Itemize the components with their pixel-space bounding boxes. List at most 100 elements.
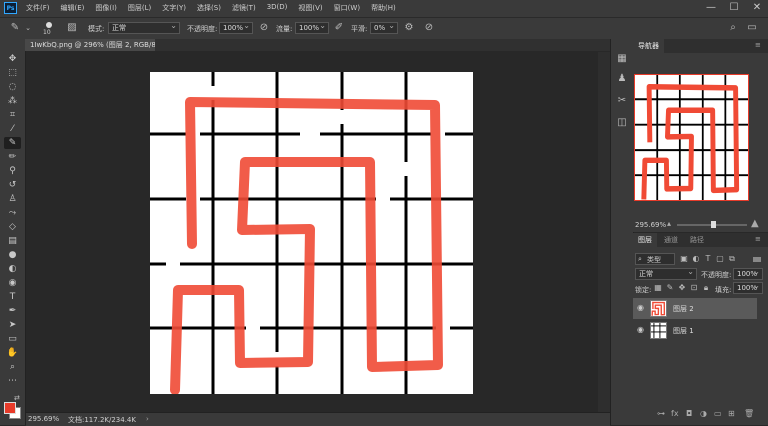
gradient-tool-icon[interactable]: ▤ — [4, 235, 21, 247]
lock-transparent-icon[interactable]: ▦ — [653, 282, 663, 294]
eye-icon[interactable]: ◉ — [637, 303, 644, 312]
flow-input[interactable]: 100% — [295, 21, 329, 34]
layer-name[interactable]: 图层 1 — [673, 326, 694, 336]
group-icon[interactable]: ▭ — [714, 409, 722, 418]
document-info[interactable]: 文档:117.2K/234.4K — [68, 415, 136, 425]
blur-tool-icon[interactable]: ● — [4, 249, 21, 261]
clone-stamp-tool-icon[interactable]: ⚲ — [4, 165, 21, 177]
tab-navigator[interactable]: 导航器 — [633, 39, 664, 53]
minimize-button[interactable]: — — [702, 1, 720, 15]
zoom-level[interactable]: 295.69% — [28, 415, 59, 423]
path-selection-tool-icon[interactable]: ➤ — [4, 319, 21, 331]
pixel-filter-icon[interactable]: ▣ — [679, 253, 689, 265]
layer-opacity-input[interactable]: 100% — [733, 267, 763, 280]
chevron-down-icon[interactable]: ⌄ — [24, 22, 32, 34]
lock-all-icon[interactable]: 🔒︎ — [701, 282, 711, 294]
tab-channels[interactable]: 通道 — [659, 233, 683, 247]
brush-settings-icon[interactable]: ▨ — [65, 22, 79, 34]
menu-file[interactable]: 文件(F) — [26, 3, 50, 13]
panel-menu-icon[interactable]: ≡ — [755, 235, 761, 243]
menu-layer[interactable]: 图层(L) — [128, 3, 151, 13]
airbrush-icon[interactable]: ✐ — [333, 22, 345, 34]
menu-filter[interactable]: 滤镜(T) — [232, 3, 256, 13]
type-filter-icon[interactable]: T — [703, 253, 713, 265]
menu-3d[interactable]: 3D(D) — [267, 3, 288, 13]
shape-filter-icon[interactable]: ▢ — [715, 253, 725, 265]
menu-image[interactable]: 图像(I) — [95, 3, 117, 13]
more-tools-icon[interactable]: ⋯ — [4, 375, 21, 387]
menu-help[interactable]: 帮助(H) — [371, 3, 396, 13]
fx-icon[interactable]: fx — [671, 409, 679, 418]
menu-edit[interactable]: 编辑(E) — [61, 3, 85, 13]
new-layer-icon[interactable]: ⊞ — [728, 409, 735, 418]
tools-panel-icon[interactable]: ✂ — [616, 95, 628, 107]
type-tool-icon[interactable]: T — [4, 291, 21, 303]
marquee-tool-icon[interactable]: ⬚ — [4, 67, 21, 79]
history-panel-icon[interactable]: ▦ — [616, 53, 628, 65]
tab-paths[interactable]: 路径 — [685, 233, 709, 247]
foreground-color-swatch[interactable] — [4, 402, 16, 414]
trash-icon[interactable]: 🗑︎ — [744, 409, 754, 418]
eye-icon[interactable]: ◉ — [637, 325, 644, 334]
blend-mode-select[interactable]: 正常 — [635, 267, 697, 280]
smart-object-filter-icon[interactable]: ⧉ — [727, 253, 737, 265]
lock-position-icon[interactable]: ✥ — [677, 282, 687, 294]
lock-artboard-icon[interactable]: ⊡ — [689, 282, 699, 294]
art-history-tool-icon[interactable]: ⤳ — [4, 207, 21, 219]
zoom-out-icon[interactable]: ▴ — [667, 219, 671, 228]
fill-input[interactable]: 100% — [733, 281, 763, 294]
history-brush-tool-icon[interactable]: ↺ — [4, 179, 21, 191]
maximize-button[interactable]: ☐ — [725, 1, 743, 15]
adjustment-icon[interactable]: ◑ — [700, 409, 707, 418]
opacity-input[interactable]: 100% — [219, 21, 253, 34]
search-icon[interactable]: ⌕ — [727, 22, 739, 34]
brush-tool-icon[interactable]: ✎ — [4, 137, 21, 149]
properties-panel-icon[interactable]: ♟ — [616, 73, 628, 85]
filter-toggle[interactable] — [753, 257, 761, 262]
hand-tool-icon[interactable]: ✋ — [4, 347, 21, 359]
link-icon[interactable]: ⊶ — [657, 409, 665, 418]
menu-select[interactable]: 选择(S) — [197, 3, 221, 13]
pencil-tool-icon[interactable]: ✏ — [4, 151, 21, 163]
workspace-icon[interactable]: ▭ — [746, 22, 758, 34]
document-canvas[interactable] — [150, 72, 473, 395]
shape-tool-icon[interactable]: ▭ — [4, 333, 21, 345]
pen-tool-icon[interactable]: ✒ — [4, 305, 21, 317]
eyedropper-tool-icon[interactable]: ⁄ — [4, 123, 21, 135]
navigator-zoom-value[interactable]: 295.69% — [635, 221, 666, 229]
burn-tool-icon[interactable]: ◉ — [4, 277, 21, 289]
swap-colors-icon[interactable]: ⇄ — [14, 394, 20, 402]
layer-row-1[interactable]: ◉ 图层 1 — [633, 320, 757, 341]
slider-thumb[interactable] — [711, 221, 716, 228]
move-tool-icon[interactable]: ✥ — [4, 53, 21, 65]
brush-tool-icon[interactable]: ✎ — [8, 22, 22, 34]
healing-tool-icon[interactable]: ♙ — [4, 193, 21, 205]
crop-tool-icon[interactable]: ⌗ — [4, 109, 21, 121]
layer-row-2[interactable]: ◉ 图层 2 — [633, 298, 757, 319]
tab-layers[interactable]: 图层 — [633, 233, 657, 247]
layer-name[interactable]: 图层 2 — [673, 304, 694, 314]
info-panel-icon[interactable]: ◫ — [616, 117, 628, 129]
menu-view[interactable]: 视图(V) — [298, 3, 322, 13]
zoom-tool-icon[interactable]: ⌕ — [4, 361, 21, 373]
panel-menu-icon[interactable]: ≡ — [755, 41, 761, 49]
menu-window[interactable]: 窗口(W) — [334, 3, 360, 13]
smooth-input[interactable]: 0% — [370, 21, 398, 34]
vertical-scrollbar[interactable] — [598, 52, 610, 412]
menu-type[interactable]: 文字(Y) — [162, 3, 186, 13]
gear-icon[interactable]: ⚙ — [403, 22, 415, 34]
magic-wand-tool-icon[interactable]: ⁂ — [4, 95, 21, 107]
mode-select[interactable]: 正常 — [108, 21, 180, 34]
navigator-view-rect[interactable] — [634, 74, 749, 201]
zoom-in-icon[interactable]: ▲ — [751, 218, 759, 229]
lasso-tool-icon[interactable]: ◌ — [4, 81, 21, 93]
brush-preset-picker[interactable]: 10 — [41, 21, 57, 37]
close-button[interactable]: ✕ — [748, 1, 766, 15]
mask-icon[interactable]: ◘ — [686, 409, 692, 418]
adjustment-filter-icon[interactable]: ◐ — [691, 253, 701, 265]
status-arrow-icon[interactable]: › — [146, 415, 149, 423]
dodge-tool-icon[interactable]: ◐ — [4, 263, 21, 275]
eraser-tool-icon[interactable]: ◇ — [4, 221, 21, 233]
pressure-opacity-icon[interactable]: ⊘ — [258, 22, 270, 34]
lock-pixels-icon[interactable]: ✎ — [665, 282, 675, 294]
